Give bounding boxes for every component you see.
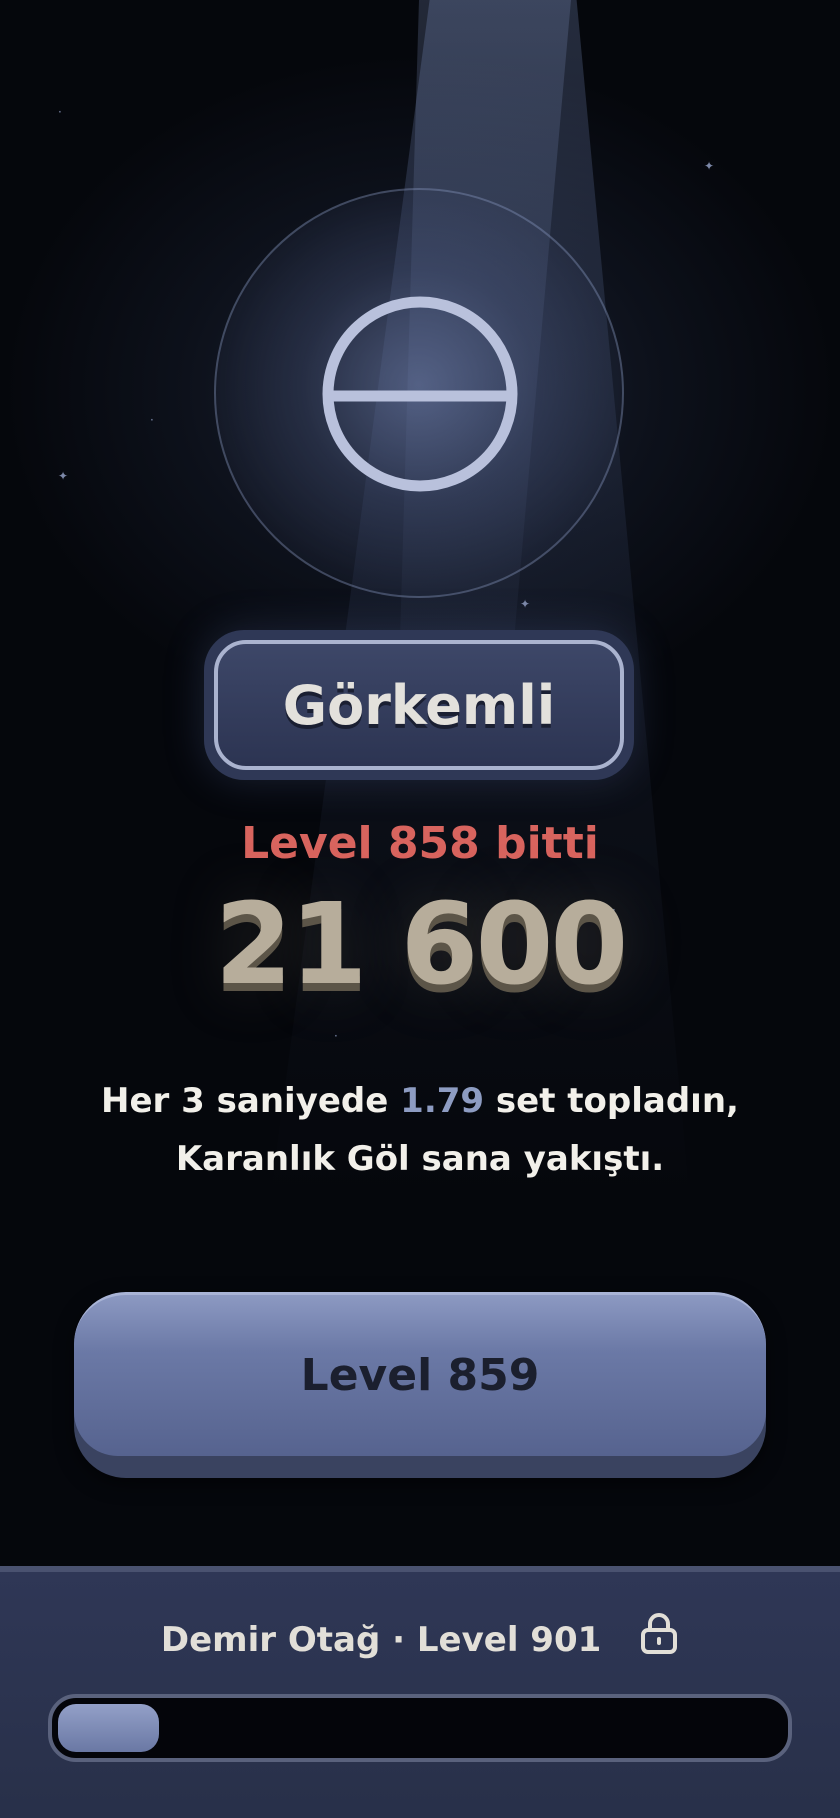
next-area-panel: Demir Otağ · Level 901: [0, 1566, 840, 1818]
next-area-name: Demir Otağ · Level 901: [160, 1620, 602, 1660]
level-complete-text: Level 858 bitti: [241, 818, 599, 869]
next-level-label: Level 859: [74, 1292, 766, 1456]
star-decoration: ✦: [520, 597, 531, 611]
star-decoration: ·: [150, 413, 154, 427]
rank-emblem: [214, 188, 624, 598]
lock-icon: [639, 1612, 679, 1663]
light-beam: [270, 0, 690, 1200]
message-suffix: set topladın,: [484, 1081, 739, 1121]
theta-icon: [322, 296, 518, 492]
next-level-button[interactable]: Level 859: [74, 1292, 766, 1478]
next-area-title: Demir Otağ · Level 901: [0, 1613, 840, 1667]
rank-label: Görkemli: [214, 640, 624, 770]
star-decoration: ·: [58, 105, 62, 119]
star-decoration: ·: [334, 1029, 338, 1043]
message-prefix: Her 3 saniyede: [101, 1081, 401, 1121]
level-complete-screen: · ✦ ✦ · ✦ · · Görkemli Level 858 bitti 2…: [0, 0, 840, 1818]
area-progress-fill: [58, 1704, 159, 1752]
message-highlight-value: 1.79: [400, 1081, 485, 1121]
rank-badge: Görkemli: [204, 630, 634, 780]
star-decoration: ✦: [704, 159, 715, 173]
star-decoration: ✦: [58, 469, 69, 483]
result-message: Her 3 saniyede 1.79 set topladın, Karanl…: [60, 1072, 780, 1188]
message-line2: Karanlık Göl sana yakıştı.: [175, 1139, 665, 1179]
area-progress-bar: [48, 1694, 792, 1762]
score-value: 21 600: [214, 880, 629, 1010]
